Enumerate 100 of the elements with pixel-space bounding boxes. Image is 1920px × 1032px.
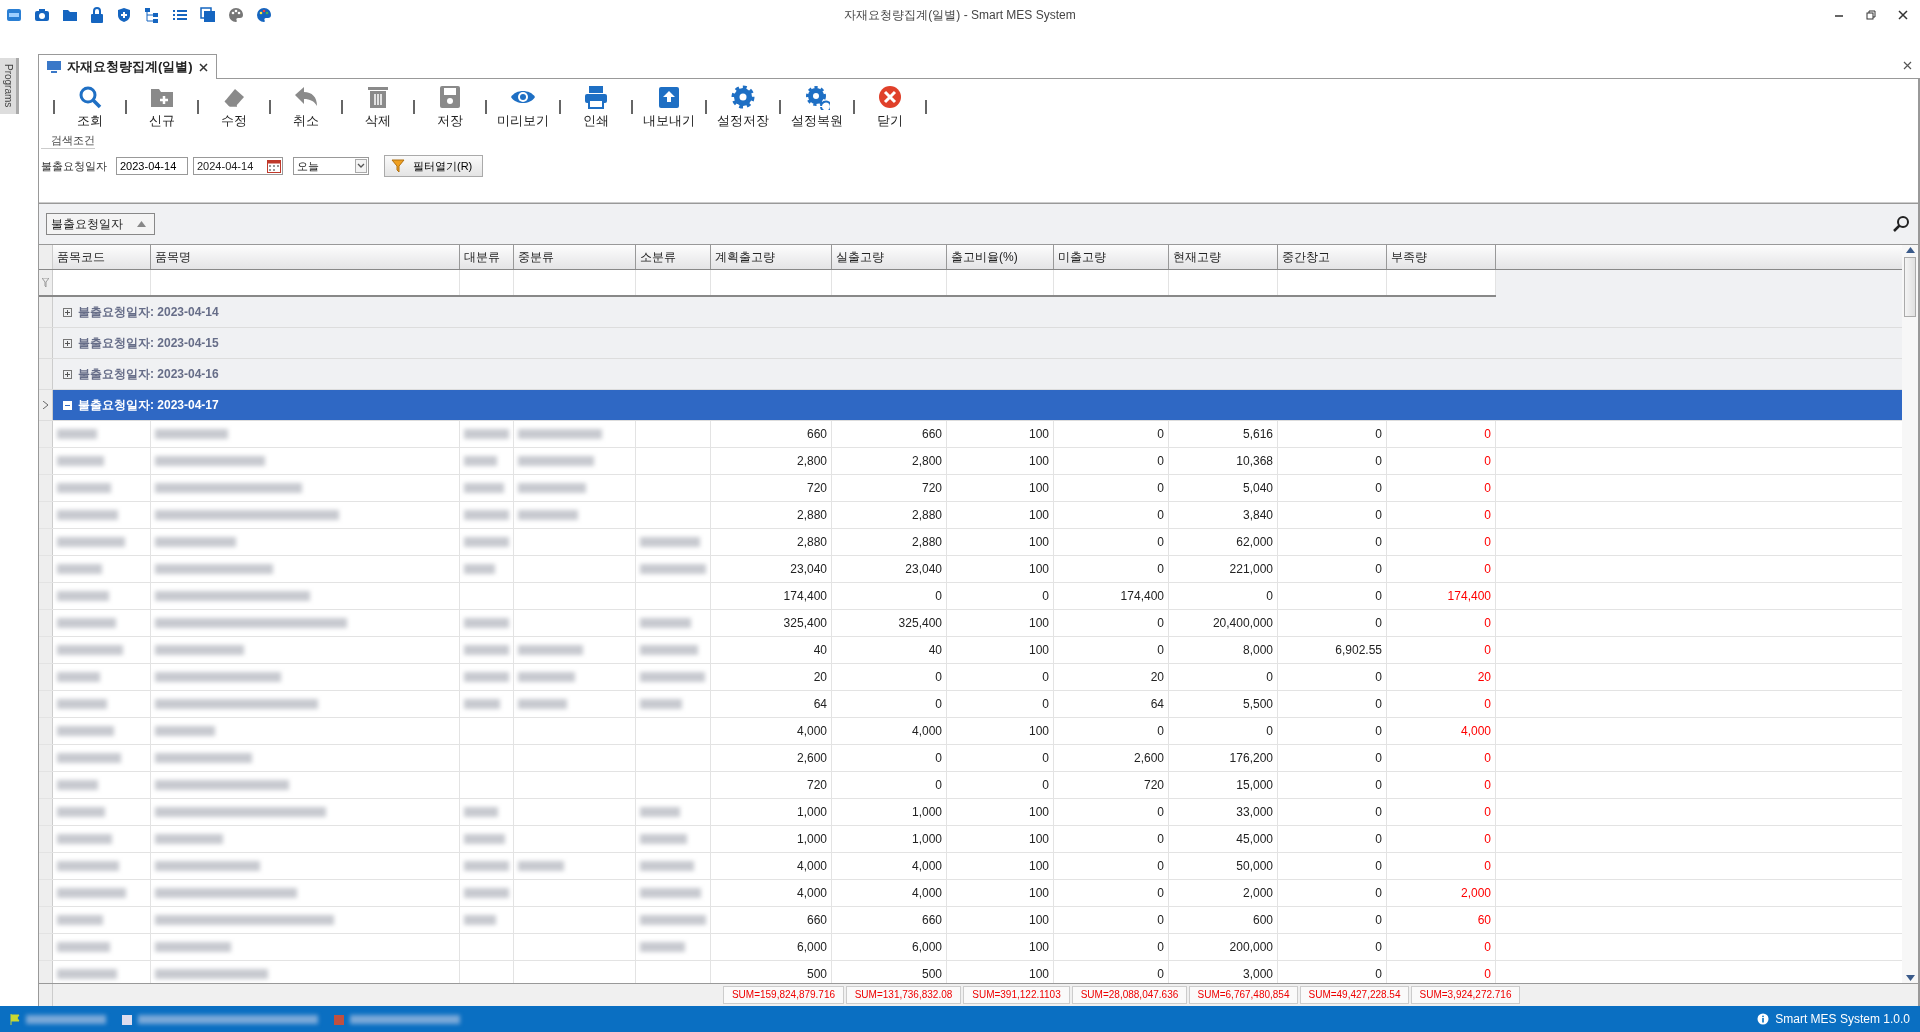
table-cell: 2,800: [832, 448, 947, 474]
camera-icon[interactable]: [34, 7, 50, 23]
table-cell: 0: [1054, 718, 1169, 744]
column-header[interactable]: 중간창고: [1278, 245, 1387, 269]
calendar-icon[interactable]: [267, 159, 281, 173]
gear-refresh-icon: [804, 84, 830, 110]
funnel-icon: [391, 159, 405, 173]
toolbar-button[interactable]: 저장: [425, 84, 475, 130]
field-label: 불출요청일자: [41, 158, 107, 174]
scroll-up-icon[interactable]: [1905, 247, 1915, 253]
column-header[interactable]: 현재고량: [1169, 245, 1278, 269]
table-cell: 0: [1054, 610, 1169, 636]
close-icon[interactable]: [1898, 10, 1908, 20]
table-cell: 4,000: [711, 853, 832, 879]
table-cell: 100: [947, 448, 1054, 474]
restore-icon[interactable]: [1866, 10, 1876, 20]
column-header[interactable]: 미출고량: [1054, 245, 1169, 269]
toolbar-button[interactable]: 설정저장: [717, 84, 769, 130]
redacted-text: [464, 699, 500, 709]
table-cell: 200,000: [1169, 934, 1278, 960]
period-dropdown[interactable]: 오늘: [293, 157, 369, 175]
group-row[interactable]: 불출요청일자: 2023-04-17: [39, 390, 1902, 421]
group-row[interactable]: 불출요청일자: 2023-04-16: [39, 359, 1902, 390]
table-cell: 0: [1387, 475, 1496, 501]
redacted-text: [57, 834, 112, 844]
table-cell: 0: [1278, 448, 1387, 474]
vertical-scrollbar[interactable]: [1902, 245, 1918, 983]
toolbar-button[interactable]: 내보내기: [643, 84, 695, 130]
toolbar-button[interactable]: 취소: [281, 84, 331, 130]
toolbar-button[interactable]: 닫기: [865, 84, 915, 130]
collapse-icon[interactable]: [63, 400, 72, 410]
redacted-text: [57, 888, 126, 898]
expand-icon[interactable]: [63, 307, 72, 317]
summary-cell: SUM=131,736,832.08: [846, 986, 961, 1004]
shield-plus-icon[interactable]: [116, 7, 132, 23]
expand-icon[interactable]: [63, 338, 72, 348]
column-header[interactable]: 출고비율(%): [947, 245, 1054, 269]
hierarchy-icon[interactable]: [144, 7, 160, 23]
table-cell: 660: [711, 907, 832, 933]
search-icon: [77, 84, 103, 110]
redacted-text: [57, 969, 117, 979]
table-cell: 6,000: [711, 934, 832, 960]
table-cell: 174,400: [711, 583, 832, 609]
toolbar-button[interactable]: 미리보기: [497, 84, 549, 130]
column-header[interactable]: 품목명: [151, 245, 460, 269]
redacted-text: [57, 780, 98, 790]
app-icon[interactable]: [6, 7, 22, 23]
redacted-text: [640, 672, 705, 682]
table-cell: 33,000: [1169, 799, 1278, 825]
group-by-chip[interactable]: 불출요청일자: [46, 213, 155, 235]
date-field[interactable]: 2023-04-14: [116, 157, 188, 175]
group-row[interactable]: 불출요청일자: 2023-04-14: [39, 297, 1902, 328]
summary-cell: SUM=3,924,272.716: [1411, 986, 1520, 1004]
table-cell: 0: [1387, 502, 1496, 528]
scroll-thumb[interactable]: [1904, 257, 1916, 317]
column-header[interactable]: 실출고량: [832, 245, 947, 269]
column-header[interactable]: 부족량: [1387, 245, 1496, 269]
list-icon[interactable]: [172, 7, 188, 23]
redacted-text: [464, 510, 509, 520]
scroll-down-icon[interactable]: [1905, 975, 1915, 981]
lock-icon[interactable]: [90, 7, 104, 23]
column-header[interactable]: 중분류: [514, 245, 636, 269]
column-header[interactable]: 품목코드: [53, 245, 151, 269]
group-label: 불출요청일자: 2023-04-15: [78, 334, 219, 352]
column-header[interactable]: 대분류: [460, 245, 514, 269]
windows-icon[interactable]: [200, 7, 216, 23]
group-row[interactable]: 불출요청일자: 2023-04-15: [39, 328, 1902, 359]
toolbar-button[interactable]: 조회: [65, 84, 115, 130]
table-cell: 221,000: [1169, 556, 1278, 582]
column-header[interactable]: 소분류: [636, 245, 711, 269]
table-cell: 0: [1387, 421, 1496, 447]
toolbar-button[interactable]: 수정: [209, 84, 259, 130]
document-tab[interactable]: 자재요청량집계(일별): [38, 54, 217, 79]
palette-icon[interactable]: [228, 7, 244, 23]
folder-icon[interactable]: [62, 7, 78, 23]
search-icon[interactable]: [1892, 215, 1910, 233]
date-field[interactable]: 2024-04-14: [193, 157, 283, 175]
toolbar-button[interactable]: 신규: [137, 84, 187, 130]
table-cell: 100: [947, 610, 1054, 636]
table-cell: 0: [1054, 421, 1169, 447]
table-cell: 600: [1169, 907, 1278, 933]
palette-icon[interactable]: [256, 7, 272, 23]
window-title: 자재요청량집계(일별) - Smart MES System: [844, 6, 1076, 24]
table-cell: 0: [947, 745, 1054, 771]
close-icon[interactable]: [1903, 61, 1912, 70]
close-icon[interactable]: [198, 62, 208, 72]
table-cell: 2,600: [1054, 745, 1169, 771]
redacted-text: [57, 456, 104, 466]
redacted-text: [57, 429, 97, 439]
redacted-text: [464, 618, 509, 628]
column-header[interactable]: 계획출고량: [711, 245, 832, 269]
table-cell: 720: [711, 475, 832, 501]
expand-icon[interactable]: [63, 369, 72, 379]
redacted-text: [518, 699, 567, 709]
filter-button[interactable]: 필터열기(R): [384, 155, 484, 177]
side-panel-tab[interactable]: Programs: [0, 58, 19, 114]
toolbar-button[interactable]: 인쇄: [571, 84, 621, 130]
table-cell: 20: [711, 664, 832, 690]
toolbar-button[interactable]: 삭제: [353, 84, 403, 130]
toolbar-button[interactable]: 설정복원: [791, 84, 843, 130]
